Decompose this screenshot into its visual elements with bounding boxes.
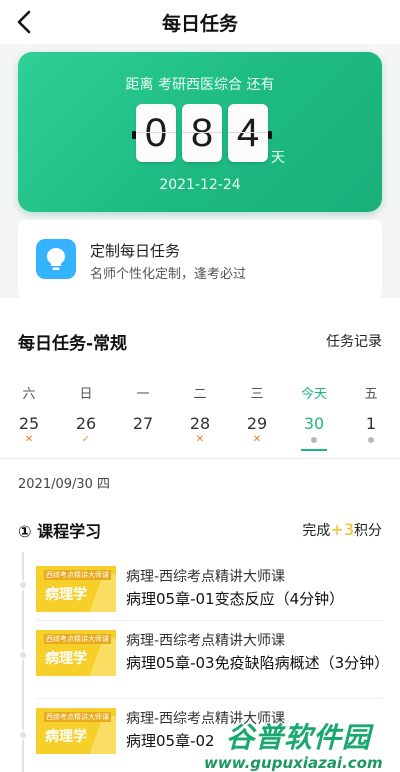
- day-weekday: 今天: [300, 387, 327, 402]
- task-record-link[interactable]: 任务记录: [326, 331, 382, 351]
- lesson-item[interactable]: 西综考点精讲大师课 病理学 病理-西综考点精讲大师课 病理05章-01变态反应（…: [36, 566, 382, 618]
- lesson-title: 病理05章-03免疫缺陷病概述（3分钟）: [126, 654, 390, 672]
- thumbnail-label: 病理学: [45, 651, 87, 667]
- thumbnail-label: 病理学: [45, 729, 87, 745]
- day-date: 1: [365, 414, 377, 433]
- day-item[interactable]: 五 1: [343, 376, 399, 456]
- thumbnail-caption: 西综考点精讲大师课: [44, 712, 111, 722]
- lesson-item[interactable]: 西综考点精讲大师课 病理学 病理-西综考点精讲大师课 病理05章-03免疫缺陷病…: [36, 630, 390, 692]
- day-date: 29: [246, 414, 268, 433]
- day-item[interactable]: 三 29 ✕: [229, 376, 285, 456]
- day-date: 25: [18, 414, 40, 433]
- course-thumbnail: 西综考点精讲大师课 病理学: [36, 708, 116, 754]
- pending-dot-icon: [368, 437, 374, 443]
- day-item-today[interactable]: 今天 30: [286, 376, 342, 456]
- page-title: 每日任务: [161, 13, 238, 35]
- section-title: 每日任务-常规: [18, 334, 128, 354]
- selected-date: 2021/09/30 四: [18, 477, 111, 492]
- points-value: +3: [330, 520, 354, 539]
- day-date: 28: [189, 414, 211, 433]
- day-weekday: 三: [250, 387, 264, 402]
- missed-mark-icon: ✕: [24, 434, 34, 445]
- countdown-digit: 8: [182, 104, 222, 162]
- week-strip: 六 25 ✕ 日 26 ✓ 一 27 二 28 ✕ 三 29 ✕ 今天 30 五…: [0, 376, 400, 456]
- thumbnail-caption: 西综考点精讲大师课: [44, 570, 111, 580]
- countdown-digit: 4: [228, 104, 268, 162]
- countdown-unit: 天: [271, 150, 285, 166]
- lesson-course-name: 病理-西综考点精讲大师课: [126, 569, 286, 585]
- timeline-dot: [18, 580, 28, 590]
- section-header: 每日任务-常规 任务记录: [0, 312, 400, 362]
- pending-dot-icon: [311, 437, 317, 443]
- course-study-heading: ① 课程学习: [18, 522, 102, 541]
- lesson-course-name: 病理-西综考点精讲大师课: [126, 711, 286, 727]
- lesson-title: 病理05章-01变态反应（4分钟）: [126, 590, 345, 608]
- countdown-digit: 0: [136, 104, 176, 162]
- points-prefix: 完成: [302, 523, 331, 539]
- day-item[interactable]: 日 26 ✓: [58, 376, 114, 456]
- divider: [36, 620, 382, 621]
- day-weekday: 二: [193, 387, 207, 402]
- day-date: 26: [75, 414, 97, 433]
- course-thumbnail: 西综考点精讲大师课 病理学: [36, 630, 116, 676]
- today-underline: [301, 449, 327, 451]
- lightbulb-icon: [36, 239, 76, 279]
- countdown-card: 距离 考研西医综合 还有 0 8 4 天 2021-12-24: [18, 52, 382, 212]
- completed-check-icon: ✓: [81, 434, 91, 445]
- custom-task-title: 定制每日任务: [90, 242, 181, 260]
- custom-task-subtitle: 名师个性化定制，逢考必过: [90, 267, 247, 282]
- day-weekday: 日: [79, 387, 93, 402]
- day-weekday: 五: [364, 387, 378, 402]
- thumbnail-caption: 西综考点精讲大师课: [44, 634, 111, 644]
- divider: [36, 698, 382, 699]
- day-weekday: 六: [22, 387, 36, 402]
- lesson-title: 病理05章-02: [126, 732, 215, 750]
- points-suffix: 积分: [354, 523, 382, 539]
- lesson-course-name: 病理-西综考点精讲大师课: [126, 633, 286, 649]
- countdown-digits: 0 8 4: [132, 104, 272, 162]
- day-weekday: 一: [136, 387, 150, 402]
- points-reward: 完成+3积分: [302, 520, 382, 540]
- day-date: 27: [132, 414, 154, 433]
- day-item[interactable]: 二 28 ✕: [172, 376, 228, 456]
- top-bar: 每日任务: [0, 0, 400, 44]
- timeline-dot: [18, 730, 28, 740]
- exam-date: 2021-12-24: [159, 177, 241, 193]
- countdown-label: 距离 考研西医综合 还有: [125, 77, 275, 93]
- divider: [0, 458, 400, 459]
- lesson-item[interactable]: 西综考点精讲大师课 病理学 病理-西综考点精讲大师课 病理05章-02: [36, 708, 382, 768]
- day-item[interactable]: 一 27: [115, 376, 171, 456]
- course-thumbnail: 西综考点精讲大师课 病理学: [36, 566, 116, 612]
- missed-mark-icon: ✕: [252, 434, 262, 445]
- thumbnail-label: 病理学: [45, 587, 87, 603]
- day-date: 30: [303, 414, 325, 433]
- day-item[interactable]: 六 25 ✕: [1, 376, 57, 456]
- timeline-dot: [18, 650, 28, 660]
- custom-task-card[interactable]: 定制每日任务 名师个性化定制，逢考必过: [18, 220, 382, 298]
- missed-mark-icon: ✕: [195, 434, 205, 445]
